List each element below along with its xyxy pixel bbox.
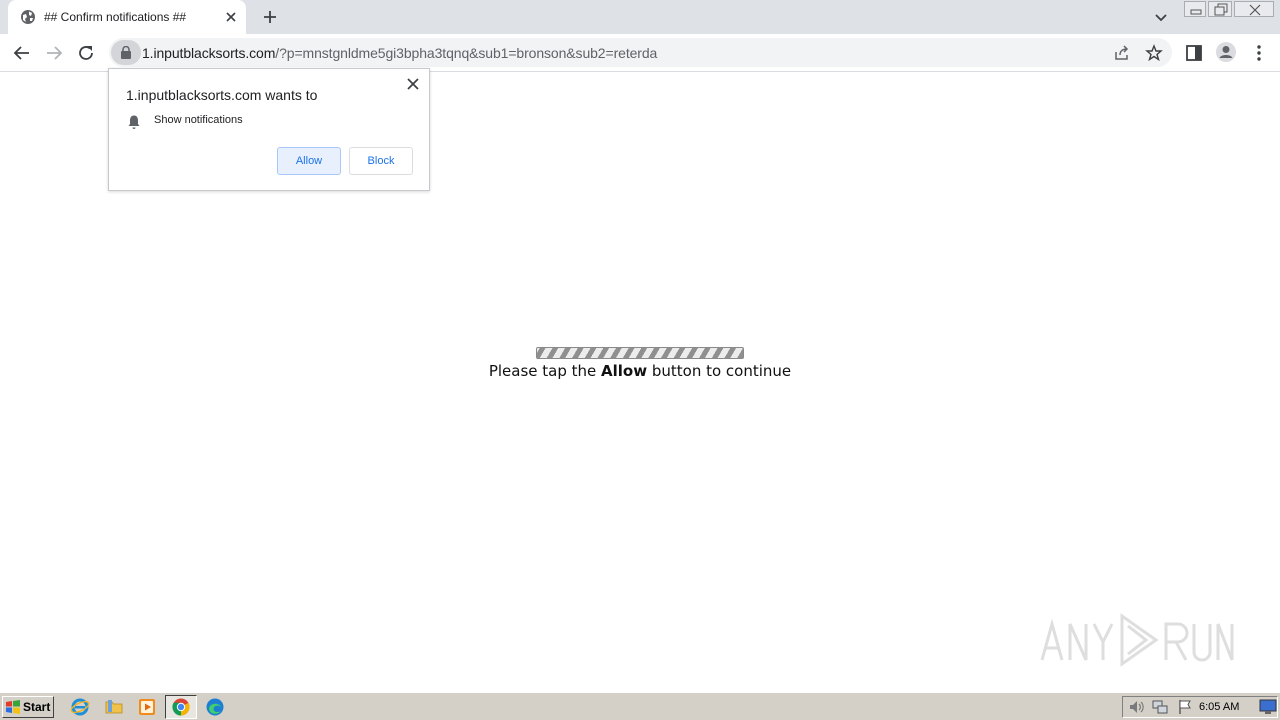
forward-icon[interactable] [43, 42, 65, 64]
lock-icon [121, 46, 131, 59]
folder-icon[interactable] [104, 697, 124, 717]
windows-logo-icon [6, 700, 20, 714]
url-path: /?p=mnstgnldme5gi3bpha3tqnq&sub1=bronson… [275, 45, 658, 61]
url-text: 1.inputblacksorts.com/?p=mnstgnldme5gi3b… [142, 45, 657, 61]
progress-fill [537, 348, 743, 358]
share-icon[interactable] [1113, 44, 1131, 62]
chrome-taskbar-button[interactable] [165, 695, 197, 719]
url-domain: 1.inputblacksorts.com [142, 45, 276, 61]
close-tab-icon[interactable] [223, 9, 239, 25]
prompt-title: 1.inputblacksorts.com wants to [126, 87, 318, 103]
profile-avatar-icon[interactable] [1215, 41, 1237, 63]
close-icon [1249, 4, 1261, 16]
instruction-prefix: Please tap the [488, 362, 602, 380]
new-tab-icon[interactable] [260, 7, 280, 27]
browser-tab[interactable]: ## Confirm notifications ## [8, 0, 246, 34]
permission-label: Show notifications [154, 114, 243, 126]
start-label: Start [23, 700, 51, 714]
allow-button[interactable]: Allow [277, 147, 341, 175]
clock: 6:05 AM [1199, 701, 1240, 713]
taskbar: Start 6:05 AM [0, 692, 1280, 720]
reload-icon[interactable] [75, 42, 97, 64]
menu-kebab-icon[interactable] [1249, 43, 1269, 63]
network-icon[interactable] [1151, 698, 1169, 716]
address-bar[interactable]: 1.inputblacksorts.com/?p=mnstgnldme5gi3b… [109, 38, 1172, 67]
edge-icon[interactable] [205, 697, 225, 717]
instruction-allow: Allow [601, 362, 648, 380]
action-center-flag-icon[interactable] [1176, 698, 1194, 716]
notification-permission-prompt: 1.inputblacksorts.com wants to Show noti… [108, 68, 430, 191]
show-desktop-icon[interactable] [1259, 699, 1277, 715]
tab-strip: ## Confirm notifications ## [0, 0, 1280, 34]
internet-explorer-icon[interactable] [70, 697, 90, 717]
progress-bar [536, 347, 744, 359]
back-icon[interactable] [11, 42, 33, 64]
close-icon[interactable] [406, 77, 420, 91]
bell-icon [128, 115, 140, 129]
chevron-down-icon[interactable] [1152, 8, 1170, 26]
block-button[interactable]: Block [349, 147, 413, 175]
restore-icon [1214, 3, 1228, 16]
anyrun-watermark-logo [1040, 613, 1234, 667]
bookmark-star-icon[interactable] [1145, 44, 1163, 62]
instruction-suffix: button to continue [647, 362, 792, 380]
close-window-button[interactable] [1234, 1, 1274, 17]
instruction-text: Please tap the Allow button to continue [0, 362, 1280, 380]
site-info-button[interactable] [111, 40, 141, 65]
start-button[interactable]: Start [2, 696, 54, 718]
media-player-icon[interactable] [137, 697, 157, 717]
minimize-icon [1190, 9, 1202, 15]
tab-title: ## Confirm notifications ## [44, 10, 187, 24]
restore-button[interactable] [1208, 1, 1232, 17]
globe-icon [21, 10, 35, 24]
browser-toolbar: 1.inputblacksorts.com/?p=mnstgnldme5gi3b… [0, 34, 1280, 72]
volume-icon[interactable] [1127, 698, 1145, 716]
chrome-icon [172, 698, 190, 716]
side-panel-icon[interactable] [1184, 43, 1204, 63]
minimize-button[interactable] [1184, 1, 1206, 17]
